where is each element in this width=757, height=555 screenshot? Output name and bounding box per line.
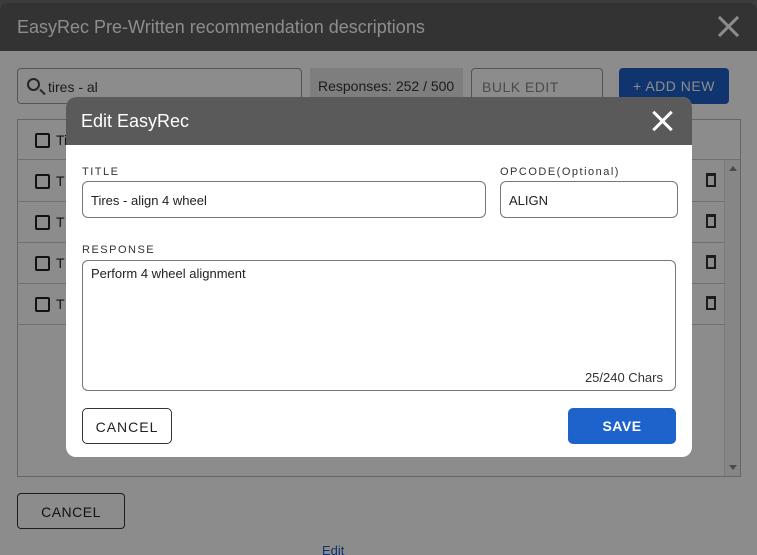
response-text: Perform 4 wheel alignment xyxy=(91,266,246,281)
save-button[interactable]: SAVE xyxy=(568,408,676,444)
response-label: RESPONSE xyxy=(82,244,156,256)
cancel-button[interactable]: CANCEL xyxy=(82,408,172,444)
modal-header: Edit EasyRec xyxy=(66,97,692,145)
opcode-input[interactable]: ALIGN xyxy=(500,181,678,218)
modal-title: Edit EasyRec xyxy=(81,111,190,131)
edit-easyrec-modal: Edit EasyRec TITLE Tires - align 4 wheel… xyxy=(66,97,692,457)
close-icon[interactable] xyxy=(652,110,674,132)
char-counter: 25/240 Chars xyxy=(584,370,663,385)
opcode-label: OPCODE(Optional) xyxy=(500,166,620,178)
title-label: TITLE xyxy=(82,166,120,178)
title-input[interactable]: Tires - align 4 wheel xyxy=(82,181,486,218)
response-textarea[interactable]: Perform 4 wheel alignment 25/240 Chars xyxy=(82,260,676,391)
